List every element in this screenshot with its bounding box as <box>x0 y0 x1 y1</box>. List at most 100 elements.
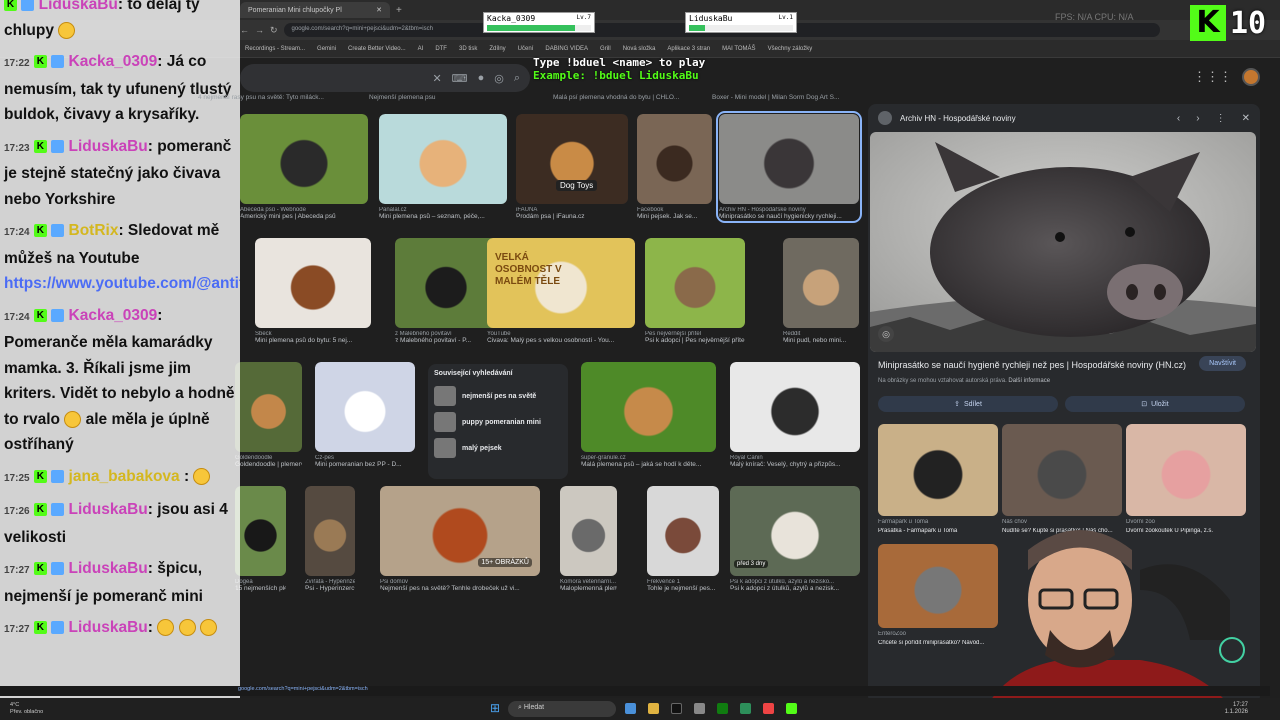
image-thumbnail[interactable] <box>637 114 712 204</box>
browser-tab[interactable]: Pomeranian Mini chlupočky Pl ✕ <box>240 2 390 18</box>
apps-icon[interactable]: ⋮⋮⋮ <box>1193 69 1232 85</box>
image-result[interactable]: YouTube Čivava: Malý pes s velkou osobnos… <box>487 238 635 344</box>
image-caption[interactable]: Nejmenší pes na světě? Tenhle drobeček u… <box>380 585 540 592</box>
settings-icon[interactable] <box>694 703 705 714</box>
image-caption[interactable]: Malá plemena psů – jaká se hodí k děte..… <box>581 461 716 468</box>
image-thumbnail[interactable] <box>783 238 859 328</box>
image-caption[interactable]: Mini pudl, nebo mini... <box>783 337 859 344</box>
image-result[interactable]: Sbeck Mini plemena psů do bytu: 5 nej... <box>255 238 371 344</box>
taskbar-search[interactable]: ⌕ Hledat <box>508 701 616 717</box>
forward-icon[interactable]: → <box>255 25 264 35</box>
chat-username[interactable]: LiduskaBu <box>39 0 118 13</box>
image-caption[interactable]: Miniprasátko se naučí hygienicky rychlej… <box>719 213 859 220</box>
row-caption[interactable]: 4 nejmenší rasy psu na světě: Tyto milác… <box>198 94 324 101</box>
back-icon[interactable]: ← <box>240 25 249 35</box>
app-icon[interactable] <box>740 703 751 714</box>
folder-icon[interactable] <box>648 703 659 714</box>
image-result[interactable]: GoldendoodleGoldendoodle | plemena psů v… <box>235 362 302 468</box>
image-result[interactable]: Dogea15 nejmenších plemen psov... <box>235 486 286 592</box>
image-caption[interactable]: Prodám psa | iFauna.cz <box>516 213 628 220</box>
related-image[interactable] <box>1126 424 1246 516</box>
file-explorer-icon[interactable] <box>625 703 636 714</box>
chat-username[interactable]: Kacka_0309 <box>69 307 158 324</box>
xbox-icon[interactable] <box>717 703 728 714</box>
chat-username[interactable]: LiduskaBu <box>69 501 148 518</box>
image-result[interactable]: Pes nejvěrnější přítel Psi k adopci | Pes… <box>645 238 745 344</box>
image-result[interactable]: Komora veterinární...Maloplemenná plem..… <box>560 486 617 592</box>
image-result[interactable]: Facebook Mini pejsek. Jak se... <box>637 114 712 220</box>
row-caption[interactable]: Malá psí plemena vhodná do bytu | CHLO..… <box>553 94 679 101</box>
image-result[interactable]: z Malebného povitaví z Malebného povitaví… <box>395 238 497 344</box>
close-icon[interactable]: ✕ <box>1242 113 1250 124</box>
image-thumbnail[interactable] <box>305 486 355 576</box>
image-thumbnail[interactable] <box>581 362 716 452</box>
clear-icon[interactable]: ✕ <box>432 72 441 85</box>
clock[interactable]: 17:27 1.1.2026 <box>1225 702 1248 716</box>
close-tab-icon[interactable]: ✕ <box>376 6 382 14</box>
image-caption[interactable]: Americký mini pes | Abeceda psů <box>240 213 368 220</box>
image-result[interactable]: Cz-pes Mini pomeranian bez PP - D... <box>315 362 415 468</box>
chat-username[interactable]: LiduskaBu <box>69 560 148 577</box>
image-result[interactable]: super-granule.cz Malá plemena psů – jaká … <box>581 362 716 468</box>
image-caption[interactable]: Mini pomeranian bez PP - D... <box>315 461 415 468</box>
bookmark-item[interactable]: MAI TOMÁŠ <box>722 46 755 52</box>
image-caption[interactable]: Mini pejsek. Jak se... <box>637 213 712 220</box>
related-image[interactable] <box>878 424 998 516</box>
tiktok-icon[interactable] <box>671 703 682 714</box>
windows-start-icon[interactable]: ⊞ <box>490 701 500 715</box>
image-result[interactable]: Royal Canin Malý knírač: Veselý, chytrý a… <box>730 362 860 468</box>
save-button[interactable]: ⊡ Uložit <box>1065 396 1245 412</box>
lens-search-icon[interactable]: ◎ <box>878 326 894 342</box>
related-search-item[interactable]: nejmenší pes na světě <box>434 383 562 409</box>
image-thumbnail[interactable] <box>255 238 371 328</box>
image-thumbnail[interactable] <box>645 238 745 328</box>
image-result[interactable]: Panalal.cz Mini plemena psů – seznam, péč… <box>379 114 507 220</box>
related-image[interactable] <box>1002 424 1122 516</box>
kick-app-icon[interactable] <box>786 703 797 714</box>
image-result[interactable]: Reddit Mini pudl, nebo mini... <box>783 238 859 344</box>
bookmark-item[interactable]: Create Better Video... <box>348 46 406 52</box>
mic-icon[interactable]: ● <box>478 72 485 84</box>
bookmark-item[interactable]: DABING VIDEA <box>545 46 588 52</box>
image-thumbnail[interactable] <box>719 114 859 204</box>
search-icon[interactable]: ⌕ <box>514 72 520 85</box>
bookmark-item[interactable]: Grill <box>600 46 611 52</box>
lens-icon[interactable]: ◎ <box>494 72 504 85</box>
image-caption[interactable]: 15 nejmenších plemen psov... <box>235 585 286 592</box>
image-thumbnail[interactable] <box>395 238 497 328</box>
bookmark-item[interactable]: Gemini <box>317 46 336 52</box>
bookmark-item[interactable]: Aplikace 3 stran <box>667 46 710 52</box>
image-thumbnail[interactable] <box>235 362 302 452</box>
bookmark-item[interactable]: Všechny záložky <box>768 46 813 52</box>
reload-icon[interactable]: ↻ <box>270 25 278 36</box>
image-thumbnail[interactable] <box>379 114 507 204</box>
next-icon[interactable]: › <box>1196 113 1199 124</box>
image-caption[interactable]: Malý knírač: Veselý, chytrý a přizpůs... <box>730 461 860 468</box>
weather-widget[interactable]: 4°C Přev. oblačno <box>10 702 43 716</box>
image-result[interactable]: iFAUNA Prodám psa | iFauna.cz Dog Toys <box>516 114 628 220</box>
image-thumbnail[interactable] <box>235 486 286 576</box>
visit-button[interactable]: Navštívit <box>1199 356 1246 371</box>
bookmark-item[interactable]: Recordings - Stream... <box>245 46 305 52</box>
avatar[interactable] <box>1242 68 1260 86</box>
keyboard-icon[interactable]: ⌨ <box>452 72 468 85</box>
related-image-source[interactable]: Farmapark u Toma <box>878 519 998 525</box>
image-caption[interactable]: Psi - Hyperinzerce.cz <box>305 585 355 592</box>
more-info-link[interactable]: Další informace <box>1008 378 1050 384</box>
image-caption[interactable]: Maloplemenná plem... <box>560 585 617 592</box>
share-button[interactable]: ⇪ Sdílet <box>878 396 1058 412</box>
image-caption[interactable]: Psi k adopci z útulků, azylů a nezisk... <box>730 585 860 592</box>
chat-username[interactable]: jana_babakova <box>69 468 180 485</box>
more-icon[interactable]: ⋮ <box>1216 113 1226 124</box>
image-caption[interactable]: Mini plemena psů do bytu: 5 nej... <box>255 337 371 344</box>
image-thumbnail[interactable] <box>560 486 617 576</box>
bookmark-item[interactable]: Zdílny <box>489 46 505 52</box>
image-result[interactable]: Psi domův Nejmenší pes na světě? Tenhle d… <box>380 486 540 592</box>
chat-username[interactable]: LiduskaBu <box>69 138 148 155</box>
bookmark-item[interactable]: DTF <box>435 46 447 52</box>
chat-link[interactable]: https://www.youtube.com/@antitiktokercz <box>4 275 240 292</box>
image-caption[interactable]: Goldendoodle | plemena psů v magazín... <box>235 461 302 468</box>
image-caption[interactable]: Mini plemena psů – seznam, péče,... <box>379 213 507 220</box>
prev-icon[interactable]: ‹ <box>1177 113 1180 124</box>
bookmark-item[interactable]: Učení <box>518 46 534 52</box>
